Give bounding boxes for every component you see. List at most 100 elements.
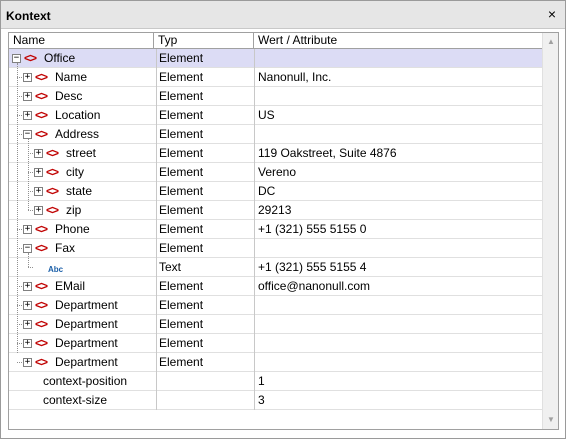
row-label: Phone	[55, 222, 90, 236]
cell-value[interactable]	[254, 353, 542, 372]
vertical-scrollbar[interactable]: ▲ ▼	[542, 33, 558, 429]
cell-type: Element	[156, 87, 254, 106]
tree-row-department[interactable]: + <> Department Element	[9, 315, 542, 334]
tree-row-department[interactable]: + <> Department Element	[9, 334, 542, 353]
cell-type: Element	[156, 220, 254, 239]
cell-value[interactable]: office@nanonull.com	[254, 277, 542, 296]
cell-value[interactable]: US	[254, 106, 542, 125]
value-text: Nanonull, Inc.	[258, 70, 332, 84]
column-header-type[interactable]: Typ	[154, 33, 254, 49]
element-icon: <>	[35, 355, 48, 369]
cell-value[interactable]	[254, 87, 542, 106]
value-text	[256, 89, 258, 103]
value-text: DC	[258, 184, 276, 198]
cell-value[interactable]: +1 (321) 555 5155 4	[254, 258, 542, 277]
tree-row-address[interactable]: − <> Address Element	[9, 125, 542, 144]
row-label: Address	[55, 127, 100, 141]
expand-icon[interactable]: +	[23, 111, 32, 120]
cell-value[interactable]: +1 (321) 555 5155 0	[254, 220, 542, 239]
type-text: Element	[159, 279, 204, 293]
expand-icon[interactable]: +	[23, 92, 32, 101]
cell-value[interactable]	[254, 315, 542, 334]
cell-type: Element	[156, 49, 254, 68]
element-icon: <>	[35, 70, 48, 84]
tree-row-office[interactable]: − <> Office Element	[9, 49, 542, 68]
cell-value[interactable]: 29213	[254, 201, 542, 220]
cell-value[interactable]: Nanonull, Inc.	[254, 68, 542, 87]
cell-value[interactable]	[254, 49, 542, 68]
panel-titlebar: Kontext ×	[1, 1, 565, 29]
element-icon: <>	[46, 203, 59, 217]
cell-type: Element	[156, 182, 254, 201]
expand-icon[interactable]: +	[23, 225, 32, 234]
element-icon: <>	[46, 165, 59, 179]
cell-value[interactable]	[254, 296, 542, 315]
row-label: context-size	[43, 393, 108, 407]
tree-row-name[interactable]: + <> Name Element Nanonull, Inc.	[9, 68, 542, 87]
cell-type: Element	[156, 315, 254, 334]
value-text: Vereno	[258, 165, 297, 179]
row-label: Desc	[55, 89, 83, 103]
expand-icon[interactable]: +	[34, 206, 43, 215]
expand-icon[interactable]: +	[23, 73, 32, 82]
type-text: Element	[159, 222, 204, 236]
row-label: Office	[44, 51, 76, 65]
row-label: Location	[55, 108, 101, 122]
tree-row-street[interactable]: + <> street Element 119 Oakstreet, Suite 487…	[9, 144, 542, 163]
tree-row-phone[interactable]: + <> Phone Element +1 (321) 555 5155 0	[9, 220, 542, 239]
tree-row-department[interactable]: + <> Department Element	[9, 296, 542, 315]
column-header-name[interactable]: Name	[9, 33, 154, 49]
tree-row-context-size[interactable]: context-size 3	[9, 391, 542, 410]
tree-row-email[interactable]: + <> EMail Element office@nanonull.com	[9, 277, 542, 296]
expand-icon[interactable]: +	[34, 168, 43, 177]
type-text	[157, 393, 159, 407]
element-icon: <>	[35, 279, 48, 293]
value-text	[256, 336, 258, 350]
collapse-icon[interactable]: −	[23, 130, 32, 139]
cell-value[interactable]: 119 Oakstreet, Suite 4876	[254, 144, 542, 163]
cell-value[interactable]: 3	[254, 391, 542, 410]
cell-type: Element	[156, 163, 254, 182]
row-label: Fax	[55, 241, 76, 255]
expand-icon[interactable]: +	[23, 301, 32, 310]
tree-row-zip[interactable]: + <> zip Element 29213	[9, 201, 542, 220]
cell-type: Element	[156, 125, 254, 144]
tree-row-state[interactable]: + <> state Element DC	[9, 182, 542, 201]
tree-row-fax[interactable]: − <> Fax Element	[9, 239, 542, 258]
close-icon[interactable]: ×	[545, 7, 559, 21]
tree-row-department[interactable]: + <> Department Element	[9, 353, 542, 372]
cell-value[interactable]: 1	[254, 372, 542, 391]
column-header-value[interactable]: Wert / Attribute	[254, 33, 542, 49]
cell-value[interactable]	[254, 334, 542, 353]
type-text: Element	[159, 108, 204, 122]
expand-icon[interactable]: +	[23, 358, 32, 367]
row-label: street	[66, 146, 97, 160]
tree-guide-line	[28, 253, 29, 267]
tree-row-location[interactable]: + <> Location Element US	[9, 106, 542, 125]
cell-value[interactable]	[254, 125, 542, 144]
type-text: Element	[159, 355, 204, 369]
element-icon: <>	[35, 222, 48, 236]
value-text: 119 Oakstreet, Suite 4876	[258, 146, 397, 160]
expand-icon[interactable]: +	[23, 339, 32, 348]
collapse-icon[interactable]: −	[23, 244, 32, 253]
type-text	[157, 374, 159, 388]
cell-value[interactable]: DC	[254, 182, 542, 201]
tree-row-text[interactable]: Abc Text +1 (321) 555 5155 4	[9, 258, 542, 277]
cell-name: + <> Department	[9, 315, 154, 334]
cell-value[interactable]: Vereno	[254, 163, 542, 182]
tree-row-context-position[interactable]: context-position 1	[9, 372, 542, 391]
grid-header: Name Typ Wert / Attribute	[9, 33, 542, 49]
expand-icon[interactable]: +	[23, 320, 32, 329]
cell-type: Element	[156, 68, 254, 87]
tree-row-desc[interactable]: + <> Desc Element	[9, 87, 542, 106]
scroll-up-icon[interactable]: ▲	[546, 37, 556, 47]
tree-row-city[interactable]: + <> city Element Vereno	[9, 163, 542, 182]
type-text: Text	[159, 260, 182, 274]
cell-value[interactable]	[254, 239, 542, 258]
collapse-icon[interactable]: −	[12, 54, 21, 63]
expand-icon[interactable]: +	[23, 282, 32, 291]
expand-icon[interactable]: +	[34, 187, 43, 196]
scroll-down-icon[interactable]: ▼	[546, 415, 556, 425]
expand-icon[interactable]: +	[34, 149, 43, 158]
